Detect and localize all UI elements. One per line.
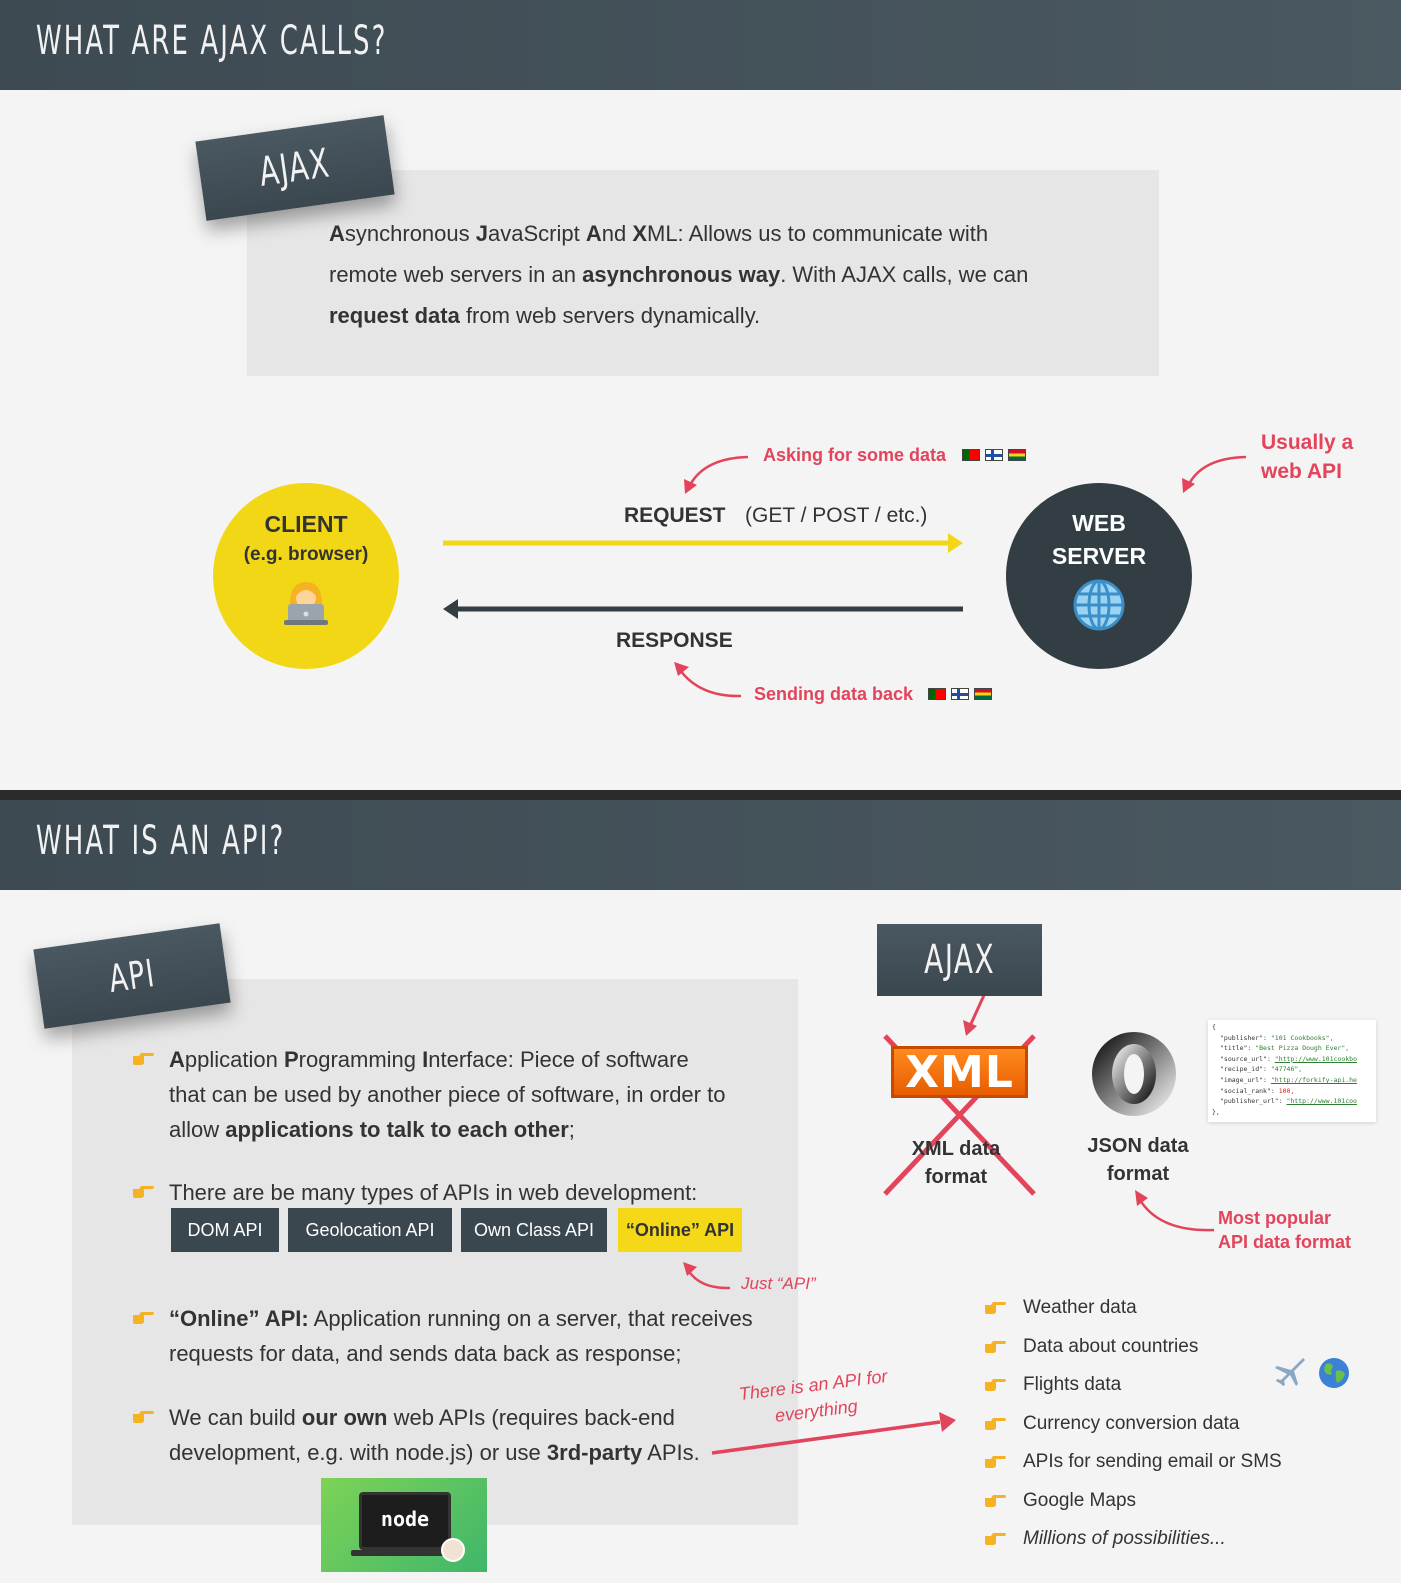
json-sample-line: "publisher": "101 Cookbooks", (1220, 1033, 1334, 1042)
request-methods: (GET / POST / etc.) (745, 504, 928, 527)
diagram-arrows (443, 455, 1247, 698)
pointing-hand-icon (985, 1340, 1006, 1353)
json-label: JSON data format (1087, 1135, 1189, 1185)
list-item: Flights data (985, 1366, 1282, 1405)
list-item: Weather data (985, 1289, 1282, 1328)
ajax-tag-small: AJAX (877, 924, 1042, 996)
popular-arrow (1138, 1199, 1215, 1232)
list-item: Millions of possibilities... (985, 1520, 1282, 1559)
json-sample-line: "recipe_id": "47746", (1220, 1065, 1303, 1074)
sending-note-arrow (678, 669, 742, 698)
pointing-hand-icon (985, 1417, 1006, 1430)
just-api-arrow (686, 1269, 731, 1290)
pointing-hand-icon (985, 1533, 1006, 1546)
json-logo-icon (1092, 1032, 1176, 1116)
api-uses-list: Weather data Data about countries Flight… (985, 1289, 1282, 1559)
request-label: REQUEST (624, 504, 726, 527)
note-most-popular: Most popular API data format (1218, 1208, 1352, 1252)
json-sample-line: "social_rank": 100, (1220, 1086, 1295, 1095)
finland-flag-icon (985, 449, 1003, 461)
pointing-hand-icon (985, 1494, 1006, 1507)
note-asking: Asking for some data (763, 445, 947, 465)
list-item: Data about countries (985, 1328, 1282, 1367)
json-sample-line: "image_url": "http://forkify-api.he (1220, 1075, 1357, 1084)
portugal-flag-icon (962, 449, 980, 461)
json-sample-line: "title": "Best Pizza Dough Ever", (1220, 1044, 1350, 1053)
earth-icon (1319, 1358, 1349, 1388)
flags-sending (928, 688, 992, 700)
ghana-flag-icon (974, 688, 992, 700)
ghana-flag-icon (1008, 449, 1026, 461)
note-usually: Usually a web API (1261, 431, 1354, 483)
xml-label: XML data format (911, 1138, 1001, 1188)
usually-note-arrow (1187, 455, 1247, 485)
note-sending: Sending data back (754, 684, 914, 704)
list-item: APIs for sending email or SMS (985, 1443, 1282, 1482)
pointing-hand-icon (985, 1456, 1006, 1469)
portugal-flag-icon (928, 688, 946, 700)
finland-flag-icon (951, 688, 969, 700)
json-sample-card: { "publisher": "101 Cookbooks", "title": … (1208, 1020, 1376, 1122)
list-item: Currency conversion data (985, 1405, 1282, 1444)
json-sample-line: "source_url": "http://www.101cookbo (1220, 1054, 1357, 1063)
note-just-api: Just “API” (741, 1274, 816, 1293)
pointing-hand-icon (985, 1302, 1006, 1315)
pointing-hand-icon (985, 1379, 1006, 1392)
flags-asking (962, 449, 1026, 461)
response-label: RESPONSE (616, 629, 733, 652)
list-item: Google Maps (985, 1482, 1282, 1521)
airplane-icon (1275, 1358, 1305, 1386)
section-divider (0, 790, 1401, 800)
xml-logo: XML (891, 1046, 1028, 1098)
asking-note-arrow (688, 455, 749, 486)
json-sample-line: "publisher_url": "http://www.101coo (1220, 1097, 1357, 1106)
